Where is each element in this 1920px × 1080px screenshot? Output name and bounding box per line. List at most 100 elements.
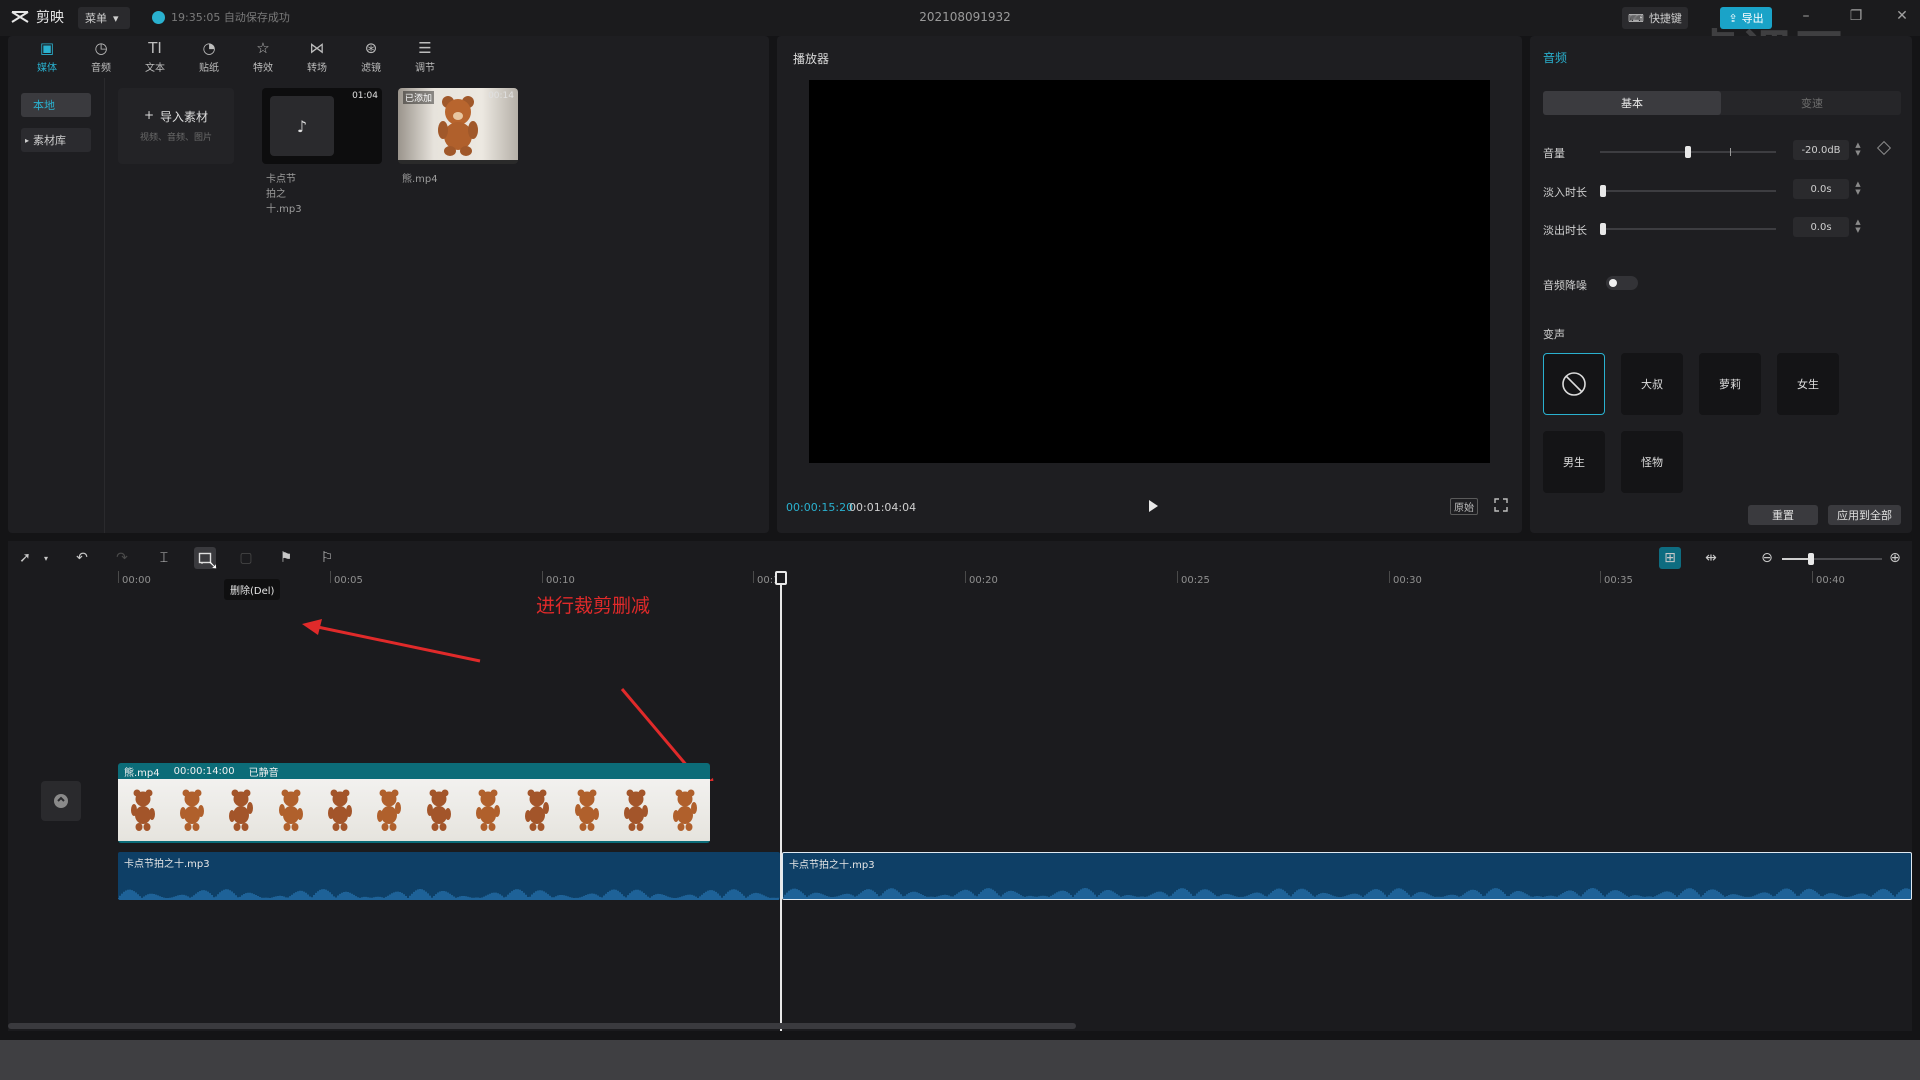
document-title: 202108091932 <box>919 10 1011 24</box>
freeze-icon[interactable]: ▢ <box>235 547 257 569</box>
filter-icon: ⊛ <box>364 39 378 57</box>
timeline-scrollbar[interactable] <box>8 1023 1076 1029</box>
ruler-label: 00:30 <box>1393 575 1422 586</box>
tab-adjust[interactable]: ☰ 调节 <box>398 36 452 78</box>
fadeout-input[interactable]: 0.0s <box>1793 217 1849 237</box>
voice-none[interactable] <box>1543 353 1605 415</box>
video-frame <box>513 779 562 841</box>
zoom-slider-handle[interactable] <box>1808 553 1814 565</box>
voice-uncle[interactable]: 大叔 <box>1621 353 1683 415</box>
zoom-slider[interactable] <box>1782 553 1882 565</box>
fadein-input[interactable]: 0.0s <box>1793 179 1849 199</box>
audio-clip-left[interactable]: 卡点节拍之十.mp3 <box>118 852 780 900</box>
fadeout-slider-handle[interactable] <box>1600 223 1606 235</box>
apply-all-button[interactable]: 应用到全部 <box>1828 505 1901 525</box>
media-item-audio[interactable]: ♪ 01:04 <box>262 88 382 164</box>
tab-speed[interactable]: 变速 <box>1723 91 1901 115</box>
close-icon[interactable]: ✕ <box>1892 8 1912 28</box>
tab-effects[interactable]: ☆ 特效 <box>236 36 290 78</box>
tab-basic[interactable]: 基本 <box>1543 91 1721 115</box>
sidebar-item-local[interactable]: 本地 <box>21 93 91 117</box>
marker-delete-icon[interactable]: ⚐ <box>316 547 338 569</box>
video-clip[interactable]: 熊.mp4 00:00:14:00 已静音 <box>118 763 710 843</box>
audio-clip-name: 卡点节拍之十.mp3 <box>124 859 210 870</box>
tab-text[interactable]: TI 文本 <box>128 36 182 78</box>
audio-waveform <box>118 889 779 900</box>
voice-male[interactable]: 男生 <box>1543 431 1605 493</box>
video-frame <box>661 779 710 841</box>
keyframe-icon[interactable] <box>1876 140 1892 156</box>
tab-sticker-label: 贴纸 <box>199 63 219 74</box>
fadein-slider-handle[interactable] <box>1600 185 1606 197</box>
volume-default-mark <box>1730 148 1731 156</box>
track-mute-icon[interactable] <box>41 781 81 821</box>
jianying-logo-icon <box>10 9 30 25</box>
timeline-ruler[interactable]: 00:00 00:05 00:10 00:15 00:20 00:25 00:3… <box>8 571 1912 593</box>
export-button[interactable]: ⇪ 导出 <box>1720 7 1772 29</box>
tab-sticker[interactable]: ◔ 贴纸 <box>182 36 236 78</box>
volume-slider-handle[interactable] <box>1685 146 1691 158</box>
delete-tooltip: 删除(Del) <box>224 579 281 600</box>
video-frame <box>463 779 512 841</box>
fadein-stepper[interactable]: ▲ ▼ <box>1853 180 1863 198</box>
voice-female[interactable]: 女生 <box>1777 353 1839 415</box>
select-cursor-icon[interactable]: ➚ <box>14 547 36 569</box>
snap-icon[interactable]: ⊞ <box>1659 547 1681 569</box>
voice-loli[interactable]: 萝莉 <box>1699 353 1761 415</box>
video-clip-name: 熊.mp4 <box>124 767 160 779</box>
preview-axis-icon[interactable]: ⇹ <box>1700 547 1722 569</box>
split-icon[interactable]: ⌶ <box>153 547 175 569</box>
tab-filter[interactable]: ⊛ 滤镜 <box>344 36 398 78</box>
bottom-strip <box>0 1040 1920 1080</box>
volume-slider[interactable] <box>1600 146 1776 158</box>
video-frame <box>365 779 414 841</box>
shortcut-button[interactable]: ⌨ 快捷键 <box>1622 7 1688 29</box>
player-screen[interactable] <box>809 80 1490 463</box>
maximize-icon[interactable]: ❐ <box>1846 8 1866 28</box>
voice-change-label: 变声 <box>1543 328 1565 341</box>
media-item-video[interactable]: 已添加 00:14 <box>398 88 518 164</box>
tab-transition[interactable]: ⋈ 转场 <box>290 36 344 78</box>
audio-clip-name: 卡点节拍之十.mp3 <box>789 860 875 871</box>
marker-icon[interactable]: ⚑ <box>275 547 297 569</box>
zoom-out-icon[interactable]: ⊖ <box>1756 547 1778 569</box>
toggle-knob <box>1609 279 1617 287</box>
volume-stepper[interactable]: ▲ ▼ <box>1853 141 1863 159</box>
fadeout-slider[interactable] <box>1600 223 1776 235</box>
ratio-button[interactable]: 原始 <box>1450 498 1478 515</box>
redo-icon[interactable]: ↷ <box>111 547 133 569</box>
video-frame <box>562 779 611 841</box>
chevron-down-icon[interactable]: ▾ <box>35 547 57 569</box>
minimize-icon[interactable]: – <box>1796 8 1816 28</box>
fadein-slider[interactable] <box>1600 185 1776 197</box>
export-icon: ⇪ <box>1728 11 1738 25</box>
volume-input[interactable]: -20.0dB <box>1793 140 1849 160</box>
fadeout-stepper[interactable]: ▲ ▼ <box>1853 218 1863 236</box>
adjust-icon: ☰ <box>418 39 432 57</box>
reset-button[interactable]: 重置 <box>1748 505 1818 525</box>
sidebar-item-library[interactable]: ▸ 素材库 <box>21 128 91 152</box>
volume-label: 音量 <box>1543 147 1565 160</box>
denoise-toggle[interactable] <box>1606 276 1638 290</box>
audio-clip-right[interactable]: 卡点节拍之十.mp3 <box>782 852 1912 900</box>
video-clip-header: 熊.mp4 00:00:14:00 已静音 <box>118 763 710 779</box>
ruler-label: 00:00 <box>122 575 151 586</box>
mouse-cursor-icon: ➘ <box>208 558 219 572</box>
video-clip-status: 已静音 <box>248 767 279 779</box>
tab-audio[interactable]: ◷ 音频 <box>74 36 128 78</box>
voice-monster[interactable]: 怪物 <box>1621 431 1683 493</box>
playhead[interactable] <box>775 571 787 1031</box>
playhead-handle[interactable] <box>775 571 787 585</box>
undo-icon[interactable]: ↶ <box>71 547 93 569</box>
media-item-duration: 00:14 <box>488 91 514 101</box>
zoom-in-icon[interactable]: ⊕ <box>1884 547 1906 569</box>
ruler-label: 00:35 <box>1604 575 1633 586</box>
import-media-card[interactable]: + 导入素材 视频、音频、图片 <box>118 88 234 164</box>
menu-button[interactable]: 菜单 ▾ <box>78 7 130 29</box>
fullscreen-icon[interactable] <box>1494 498 1508 512</box>
tab-media[interactable]: ▣ 媒体 <box>20 36 74 78</box>
play-icon[interactable] <box>1145 498 1161 514</box>
timeline-panel: ➚ ▾ ↶ ↷ ⌶ ▢ ⚑ ⚐ ➘ ⊞ ⇹ ⊖ ⊕ 00:00 00:05 00… <box>8 541 1912 1031</box>
audio-waveform <box>783 888 1911 899</box>
video-frame <box>217 779 266 841</box>
